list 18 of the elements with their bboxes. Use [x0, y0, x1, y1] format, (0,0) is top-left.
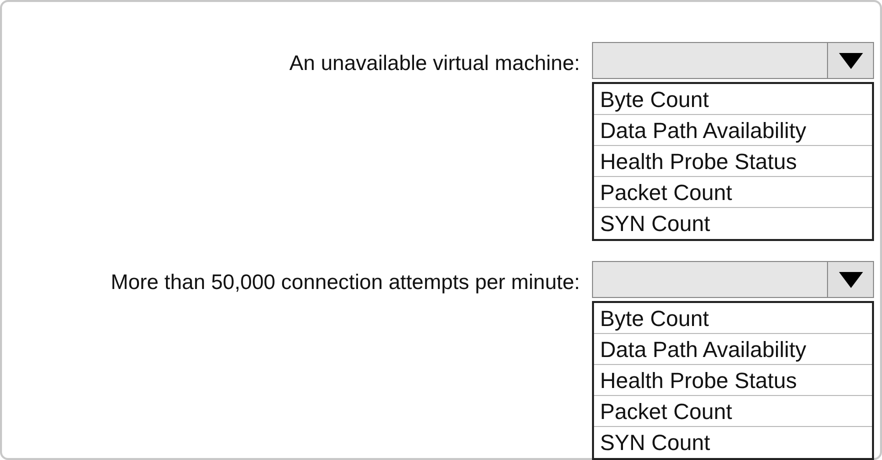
dropdown-option[interactable]: Health Probe Status — [594, 146, 872, 177]
dropdown-option[interactable]: Data Path Availability — [594, 115, 872, 146]
dropdown-option[interactable]: Data Path Availability — [594, 334, 872, 365]
question-label: More than 50,000 connection attempts per minute: — [110, 270, 581, 296]
dropdown-button[interactable] — [827, 43, 873, 78]
dropdown-option[interactable]: Packet Count — [594, 396, 872, 427]
dropdown-option[interactable]: Byte Count — [594, 84, 872, 115]
dropdown-option[interactable]: Health Probe Status — [594, 365, 872, 396]
dropdown-field[interactable] — [592, 261, 874, 298]
dropdown-field[interactable] — [592, 42, 874, 79]
dropdown-button[interactable] — [827, 262, 873, 297]
dropdown-option[interactable]: Byte Count — [594, 303, 872, 334]
caret-icon — [838, 272, 862, 288]
dropdown-option[interactable]: SYN Count — [594, 208, 872, 239]
dropdown-option[interactable]: SYN Count — [594, 427, 872, 458]
question-label: An unavailable virtual machine: — [288, 51, 581, 77]
dropdown-option[interactable]: Packet Count — [594, 177, 872, 208]
caret-icon — [838, 52, 862, 68]
